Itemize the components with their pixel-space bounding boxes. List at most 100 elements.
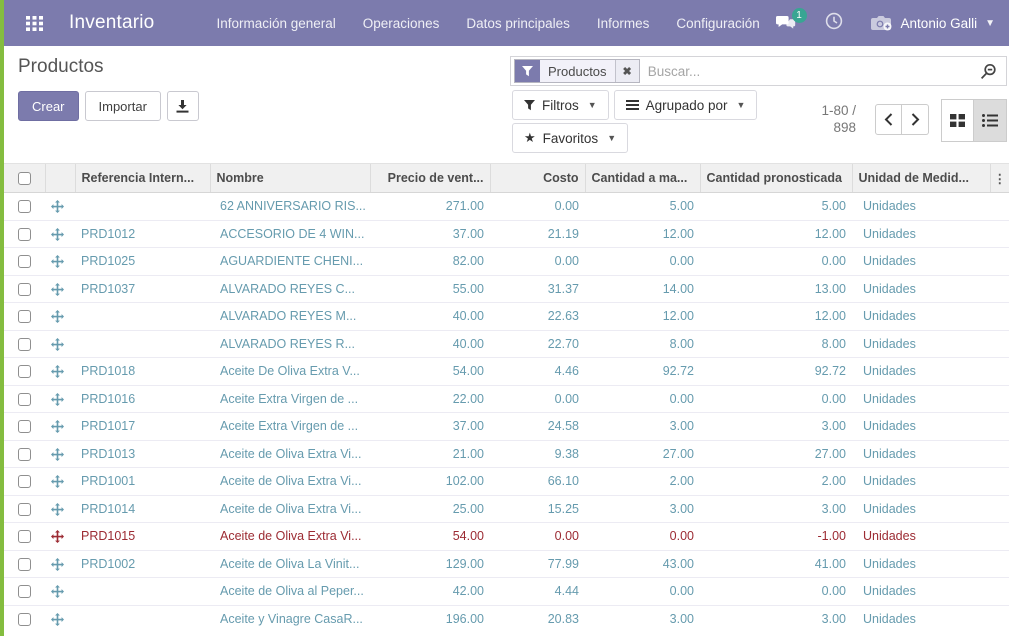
table-row[interactable]: PRD1016 Aceite Extra Virgen de ... 22.00… [4,385,1009,413]
cell-cantidad-mano: 3.00 [585,495,700,523]
row-checkbox[interactable] [18,365,31,378]
column-header-precio[interactable]: Precio de vent... [370,164,490,193]
row-checkbox[interactable] [18,503,31,516]
column-header-cantidad-pronosticada[interactable]: Cantidad pronosticada [700,164,852,193]
cell-options [990,605,1009,633]
drag-handle-icon[interactable] [51,393,64,406]
view-switch-list-button[interactable] [974,99,1007,142]
menu-operaciones[interactable]: Operaciones [363,16,440,31]
row-checkbox[interactable] [18,420,31,433]
row-checkbox[interactable] [18,393,31,406]
search-input[interactable] [640,64,970,79]
column-header-referencia[interactable]: Referencia Intern... [75,164,210,193]
app-title[interactable]: Inventario [69,12,154,34]
column-header-costo[interactable]: Costo [490,164,585,193]
chevron-down-icon: ▼ [607,133,616,143]
row-checkbox[interactable] [18,613,31,626]
drag-handle-icon[interactable] [51,420,64,433]
drag-handle-icon[interactable] [51,448,64,461]
drag-handle-icon[interactable] [51,365,64,378]
cell-referencia: PRD1014 [75,495,210,523]
drag-handle-icon[interactable] [51,228,64,241]
row-checkbox[interactable] [18,558,31,571]
drag-handle-icon[interactable] [51,310,64,323]
column-header-cantidad-mano[interactable]: Cantidad a ma... [585,164,700,193]
table-row[interactable]: PRD1015 Aceite de Oliva Extra Vi... 54.0… [4,523,1009,551]
drag-handle-icon[interactable] [51,558,64,571]
drag-handle-icon[interactable] [51,283,64,296]
select-all-checkbox[interactable] [18,172,31,185]
cell-cantidad-pronosticada: 92.72 [700,358,852,386]
column-header-nombre[interactable]: Nombre [210,164,370,193]
table-row[interactable]: PRD1002 Aceite de Oliva La Vinit... 129.… [4,550,1009,578]
table-row[interactable]: PRD1001 Aceite de Oliva Extra Vi... 102.… [4,468,1009,496]
table-row[interactable]: 62 ANNIVERSARIO RIS... 271.00 0.00 5.00 … [4,193,1009,221]
pager-previous-button[interactable] [875,104,902,135]
row-checkbox[interactable] [18,448,31,461]
cell-options [990,330,1009,358]
table-row[interactable]: PRD1018 Aceite De Oliva Extra V... 54.00… [4,358,1009,386]
export-download-button[interactable] [167,91,199,121]
row-checkbox[interactable] [18,310,31,323]
drag-handle-icon[interactable] [51,475,64,488]
menu-configuracion[interactable]: Configuración [676,16,759,31]
row-checkbox[interactable] [18,475,31,488]
user-menu[interactable]: Antonio Galli ▼ [871,14,995,32]
view-switch-kanban-button[interactable] [941,99,974,142]
row-checkbox[interactable] [18,228,31,241]
menu-informes[interactable]: Informes [597,16,650,31]
activities-clock-icon[interactable] [825,12,843,35]
search-icon[interactable] [970,63,1006,80]
cell-cantidad-mano: 43.00 [585,550,700,578]
cell-costo: 66.10 [490,468,585,496]
drag-handle-icon[interactable] [51,585,64,598]
drag-handle-icon[interactable] [51,613,64,626]
menu-datos-principales[interactable]: Datos principales [466,16,570,31]
column-header-unidad-medida[interactable]: Unidad de Medid... [852,164,990,193]
messages-icon[interactable]: 1 [775,15,797,32]
table-row[interactable]: PRD1014 Aceite de Oliva Extra Vi... 25.0… [4,495,1009,523]
cell-referencia: PRD1025 [75,248,210,276]
table-row[interactable]: PRD1037 ALVARADO REYES C... 55.00 31.37 … [4,275,1009,303]
create-button[interactable]: Crear [18,91,79,121]
table-row[interactable]: Aceite y Vinagre CasaR... 196.00 20.83 3… [4,605,1009,633]
cell-cantidad-mano: 0.00 [585,523,700,551]
row-checkbox[interactable] [18,585,31,598]
row-select-cell [4,193,45,221]
row-select-cell [4,358,45,386]
row-checkbox[interactable] [18,283,31,296]
table-row[interactable]: PRD1013 Aceite de Oliva Extra Vi... 21.0… [4,440,1009,468]
import-button[interactable]: Importar [85,91,161,121]
apps-menu-icon[interactable] [26,16,43,31]
drag-handle-icon[interactable] [51,200,64,213]
drag-handle-icon[interactable] [51,338,64,351]
cell-unidad-medida: Unidades [852,550,990,578]
menu-informacion-general[interactable]: Información general [216,16,335,31]
table-row[interactable]: ALVARADO REYES M... 40.00 22.63 12.00 12… [4,303,1009,331]
optional-columns-icon[interactable]: ⋮ [990,164,1009,193]
pager-next-button[interactable] [902,104,929,135]
cell-costo: 0.00 [490,248,585,276]
cell-precio: 42.00 [370,578,490,606]
drag-handle-icon[interactable] [51,255,64,268]
group-by-dropdown[interactable]: Agrupado por ▼ [614,90,758,120]
row-checkbox[interactable] [18,530,31,543]
cell-referencia: PRD1013 [75,440,210,468]
table-row[interactable]: PRD1017 Aceite Extra Virgen de ... 37.00… [4,413,1009,441]
table-row[interactable]: Aceite de Oliva al Peper... 42.00 4.44 0… [4,578,1009,606]
drag-handle-icon[interactable] [51,530,64,543]
cell-costo: 24.58 [490,413,585,441]
cell-cantidad-pronosticada: 41.00 [700,550,852,578]
facet-remove-icon[interactable]: ✖ [615,60,639,82]
cell-costo: 4.46 [490,358,585,386]
row-checkbox[interactable] [18,338,31,351]
table-row[interactable]: PRD1025 AGUARDIENTE CHENI... 82.00 0.00 … [4,248,1009,276]
row-checkbox[interactable] [18,200,31,213]
cell-cantidad-pronosticada: 2.00 [700,468,852,496]
row-checkbox[interactable] [18,255,31,268]
filters-dropdown[interactable]: Filtros ▼ [512,90,609,120]
drag-handle-icon[interactable] [51,503,64,516]
table-row[interactable]: ALVARADO REYES R... 40.00 22.70 8.00 8.0… [4,330,1009,358]
favorites-dropdown[interactable]: ★ Favoritos ▼ [512,123,628,153]
table-row[interactable]: PRD1012 ACCESORIO DE 4 WIN... 37.00 21.1… [4,220,1009,248]
